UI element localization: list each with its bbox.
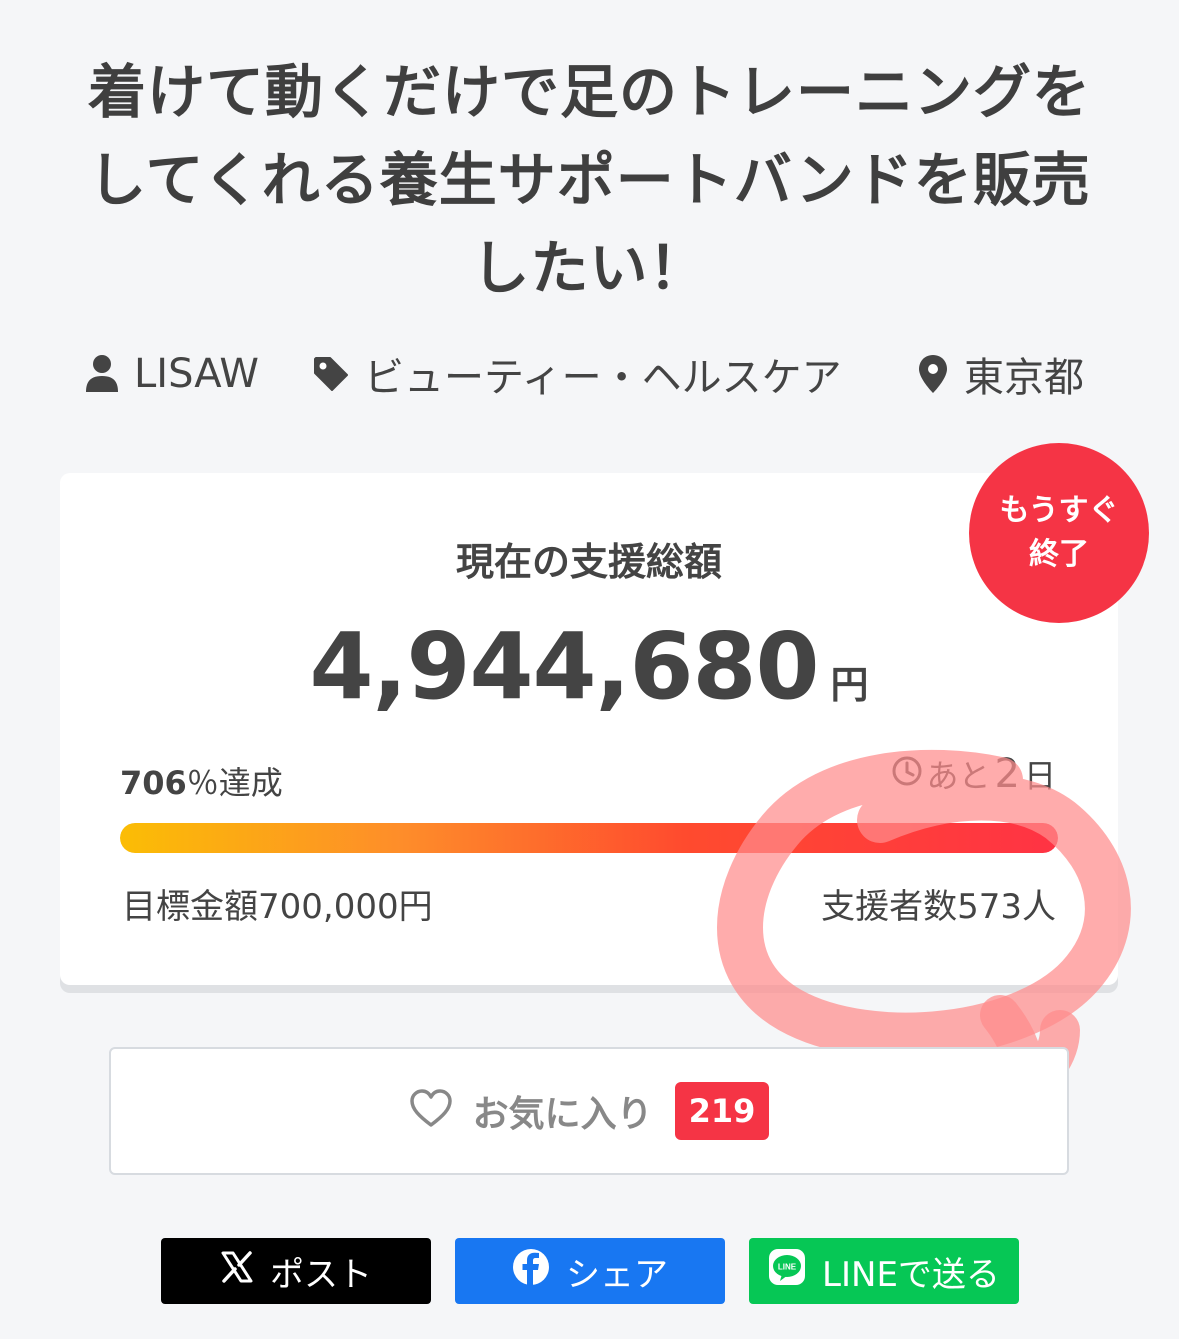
share-line-label: LINEで送る [822,1254,1000,1295]
tag-icon [312,355,350,393]
favorite-count-badge: 219 [674,1082,770,1140]
project-owner[interactable]: LISAW [84,346,259,402]
goal-amount: 目標金額700,000円 [122,887,433,927]
person-icon [84,354,120,394]
achievement-rate: 706％達成 [120,758,283,804]
amount-row: 4,944,680 円 [60,613,1118,720]
project-category[interactable]: ビューティー・ヘルスケア [312,346,842,402]
days-prefix: あと [926,757,991,795]
project-title-line-1: 着けて動くだけで足のトレーニングを [87,58,1091,126]
x-logo-icon [220,1250,254,1292]
heart-outline-icon [409,1089,453,1133]
share-facebook-button[interactable]: シェア [455,1238,725,1304]
current-total-label: 現在の支援総額 [455,540,722,584]
project-title-line-2: してくれる養生サポートバンドを販売 [88,146,1091,214]
share-x-label: ポスト [270,1254,372,1295]
location-name: 東京都 [964,355,1084,401]
funding-amount: 4,944,680 [309,613,819,720]
share-x-button[interactable]: ポスト [161,1238,431,1304]
line-logo-icon: LINE [768,1248,806,1295]
days-number: 2 [994,751,1020,797]
category-name: ビューティー・ヘルスケア [364,355,842,401]
facebook-logo-icon [512,1248,550,1295]
backer-count: 支援者数573人 [821,887,1056,927]
map-pin-icon [916,353,950,395]
ending-soon-badge: もうすぐ 終了 [969,443,1149,623]
progress-bar-fill [120,823,1058,853]
line-icon-text: LINE [778,1262,797,1271]
funding-summary-card: 現在の支援総額 4,944,680 円 706％達成 あと 2 日 目標金額700… [60,473,1118,985]
achievement-suffix: ％達成 [186,764,283,802]
currency-unit: 円 [830,663,869,707]
achievement-percent: 706 [120,764,187,802]
ending-soon-line-2: 終了 [1029,537,1089,572]
clock-icon [891,755,927,797]
days-suffix: 日 [1023,757,1056,795]
project-title-line-3: したい！ [471,234,708,302]
share-line-button[interactable]: LINE LINEで送る [749,1238,1019,1304]
ending-soon-line-1: もうすぐ [999,493,1119,528]
favorite-label: お気に入り [472,1094,653,1135]
project-title: 着けて動くだけで足のトレーニングを してくれる養生サポートバンドを販売 したい！ [40,48,1139,312]
share-facebook-label: シェア [566,1254,668,1295]
favorite-button[interactable]: お気に入り 219 [109,1047,1069,1175]
progress-bar [120,823,1058,853]
owner-name: LISAW [134,351,259,397]
days-remaining: あと 2 日 [891,751,1056,797]
project-location[interactable]: 東京都 [916,346,1084,402]
